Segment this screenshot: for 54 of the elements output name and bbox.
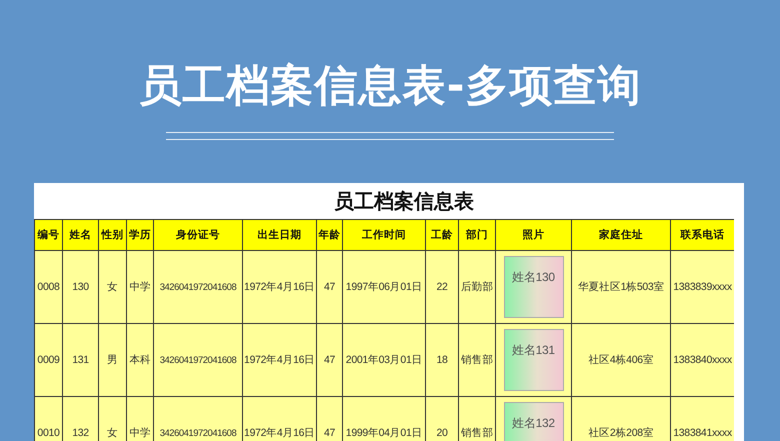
column-header: 工作时间 bbox=[342, 220, 426, 250]
table-cell: 3426041972041608 bbox=[154, 324, 242, 396]
table-cell: 47 bbox=[316, 250, 342, 324]
table-cell: 中学 bbox=[126, 396, 154, 441]
table-cell: 1383841xxxx bbox=[670, 396, 734, 441]
table-cell: 3426041972041608 bbox=[154, 396, 242, 441]
table-cell: 47 bbox=[316, 396, 342, 441]
column-header: 家庭住址 bbox=[572, 220, 670, 250]
table-cell: 本科 bbox=[126, 324, 154, 396]
table-cell: 0010 bbox=[34, 396, 62, 441]
table-cell: 社区4栋406室 bbox=[572, 324, 670, 396]
table-cell: 中学 bbox=[126, 250, 154, 324]
page-title: 员工档案信息表-多项查询 bbox=[138, 60, 642, 113]
table-cell: 1383839xxxx bbox=[670, 250, 734, 324]
column-header: 部门 bbox=[458, 220, 496, 250]
table-cell: 1972年4月16日 bbox=[242, 396, 316, 441]
table-cell: 女 bbox=[98, 250, 126, 324]
table-cell: 1997年06月01日 bbox=[342, 250, 426, 324]
column-header: 编号 bbox=[34, 220, 62, 250]
photo-label: 姓名130 bbox=[504, 256, 564, 318]
table-cell: 132 bbox=[62, 396, 98, 441]
column-header: 工龄 bbox=[426, 220, 458, 250]
photo-label: 姓名132 bbox=[504, 402, 564, 441]
column-header: 出生日期 bbox=[242, 220, 316, 250]
column-header: 照片 bbox=[496, 220, 572, 250]
table-cell: 女 bbox=[98, 396, 126, 441]
column-header: 身份证号 bbox=[154, 220, 242, 250]
column-header: 联系电话 bbox=[670, 220, 734, 250]
table-cell: 130 bbox=[62, 250, 98, 324]
table-cell: 后勤部 bbox=[458, 250, 496, 324]
sheet-title: 员工档案信息表 bbox=[334, 188, 474, 214]
column-header: 年龄 bbox=[316, 220, 342, 250]
table-cell: 2001年03月01日 bbox=[342, 324, 426, 396]
table-cell: 1999年04月01日 bbox=[342, 396, 426, 441]
column-header: 学历 bbox=[126, 220, 154, 250]
table-cell: 男 bbox=[98, 324, 126, 396]
table-cell: 0008 bbox=[34, 250, 62, 324]
table-cell: 20 bbox=[426, 396, 458, 441]
table-cell: 22 bbox=[426, 250, 458, 324]
table-cell: 华夏社区1栋503室 bbox=[572, 250, 670, 324]
table-cell: 1383840xxxx bbox=[670, 324, 734, 396]
column-header: 姓名 bbox=[62, 220, 98, 250]
table-cell: 销售部 bbox=[458, 324, 496, 396]
column-header: 性别 bbox=[98, 220, 126, 250]
photo-label: 姓名131 bbox=[504, 329, 564, 391]
table-cell: 3426041972041608 bbox=[154, 250, 242, 324]
table-cell: 社区2栋208室 bbox=[572, 396, 670, 441]
table-cell: 18 bbox=[426, 324, 458, 396]
table-cell: 1972年4月16日 bbox=[242, 250, 316, 324]
table-cell: 0009 bbox=[34, 324, 62, 396]
table-cell: 销售部 bbox=[458, 396, 496, 441]
table-cell: 1972年4月16日 bbox=[242, 324, 316, 396]
table-cell: 47 bbox=[316, 324, 342, 396]
table-cell: 131 bbox=[62, 324, 98, 396]
